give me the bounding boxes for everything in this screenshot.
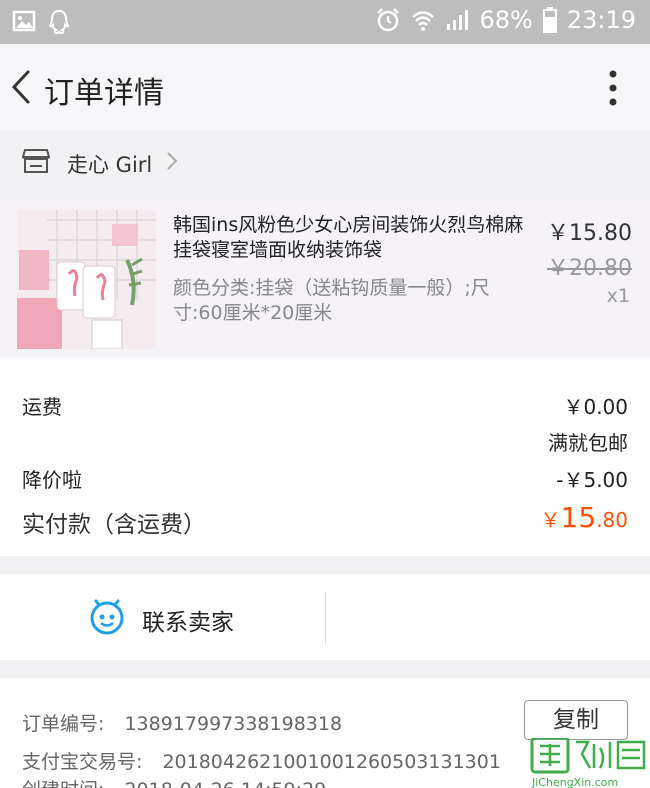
status-bar: 68% 23:19 (0, 0, 650, 44)
chevron-right-icon (165, 150, 179, 176)
product-image[interactable] (17, 210, 156, 349)
total-currency: ￥ (540, 508, 561, 532)
shipping-label: 运费 (22, 395, 62, 419)
discount-value: -￥5.00 (556, 468, 628, 492)
product-quantity: x1 (606, 285, 630, 307)
total-value: ￥15.80 (541, 501, 628, 534)
product-original-price: ￥20.80 (547, 256, 632, 281)
created-time-row: 创建时间: 2018-04-26 14:59:29 (22, 775, 326, 788)
gallery-icon (12, 9, 36, 35)
contact-bar: 联系卖家 (0, 574, 650, 660)
qq-icon (48, 9, 70, 35)
order-number-label: 订单编号: (22, 713, 105, 735)
product-name[interactable]: 韩国ins风粉色少女心房间装饰火烈鸟棉麻挂袋寝室墙面收纳装饰袋 (173, 213, 538, 263)
total-label: 实付款（含运费） (22, 512, 206, 538)
nav-bar: 订单详情 (0, 44, 650, 130)
alipay-number-label: 支付宝交易号: (22, 751, 143, 773)
shipping-value: ￥0.00 (563, 395, 628, 419)
order-number-row: 订单编号: 138917997338198318 (22, 709, 342, 736)
shop-row[interactable]: 走心 Girl (0, 130, 650, 194)
divider (325, 592, 326, 644)
created-time-label: 创建时间: (22, 779, 104, 788)
product-price: ￥15.80 (547, 221, 632, 246)
battery-icon (542, 7, 557, 33)
product-spec: 颜色分类:挂袋（送粘钩质量一般）;尺寸:60厘米*20厘米 (173, 277, 490, 324)
back-icon[interactable] (6, 66, 36, 108)
watermark: JiChengXin.com (530, 736, 650, 788)
alipay-number-row: 支付宝交易号: 2018042621001001260503131301 (22, 747, 501, 774)
contact-seller-button[interactable]: 联系卖家 (142, 603, 234, 637)
page-title: 订单详情 (44, 76, 164, 111)
alipay-number: 2018042621001001260503131301 (162, 751, 501, 773)
shipping-note: 满就包邮 (548, 431, 628, 455)
clock: 23:19 (566, 6, 636, 34)
store-icon (21, 148, 51, 178)
alarm-icon (375, 7, 401, 33)
customer-service-icon[interactable] (89, 599, 125, 639)
watermark-site: JiChengXin.com (531, 776, 618, 788)
wifi-icon (411, 8, 435, 32)
total-decimal: .80 (596, 508, 628, 532)
more-icon[interactable] (608, 68, 618, 108)
product-item[interactable]: 韩国ins风粉色少女心房间装饰火烈鸟棉麻挂袋寝室墙面收纳装饰袋 颜色分类:挂袋（… (0, 200, 650, 356)
discount-label: 降价啦 (22, 468, 82, 492)
copy-button[interactable]: 复制 (524, 700, 628, 740)
total-integer: 15 (560, 501, 597, 534)
fee-summary: 运费 ￥0.00 满就包邮 降价啦 -￥5.00 实付款（含运费） ￥15.80 (0, 358, 650, 556)
created-time: 2018-04-26 14:59:29 (124, 779, 326, 788)
shop-name[interactable]: 走心 Girl (67, 149, 152, 179)
signal-icon (445, 8, 469, 32)
battery-percent: 68% (479, 6, 533, 34)
order-number: 138917997338198318 (124, 713, 343, 735)
